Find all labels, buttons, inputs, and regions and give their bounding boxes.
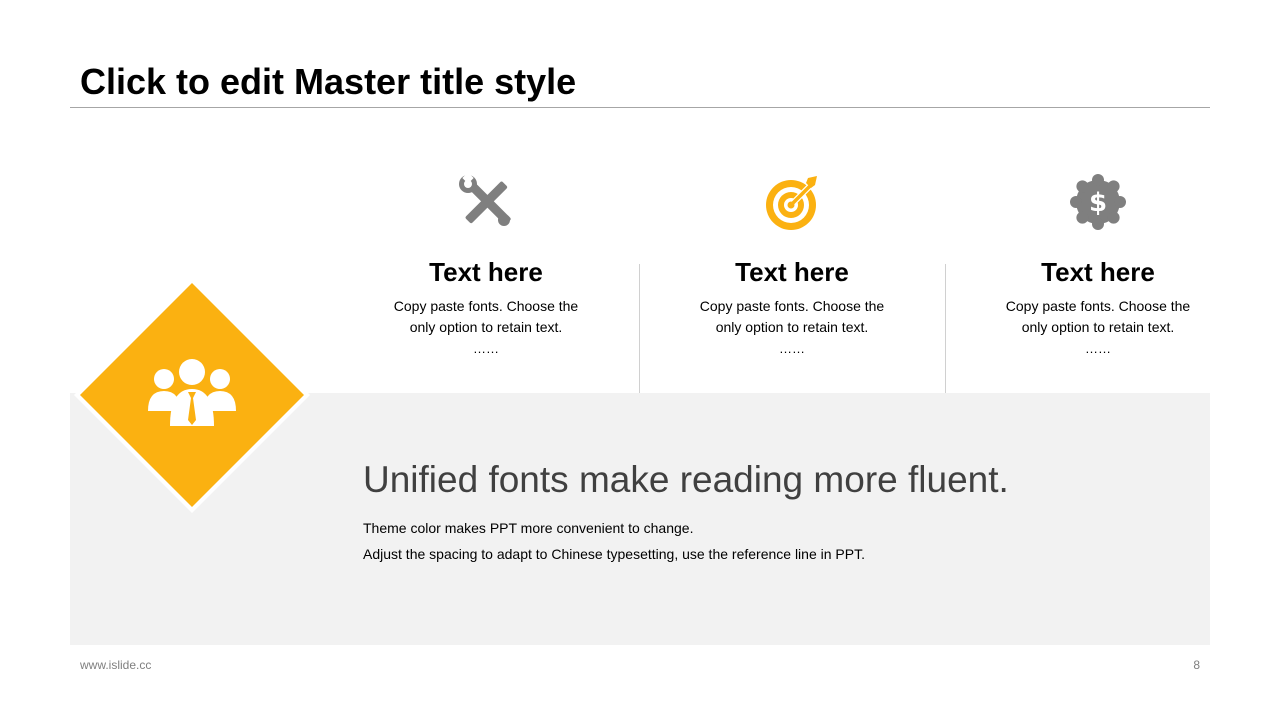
- feature-title: Text here: [735, 257, 849, 287]
- tools-icon: [459, 172, 511, 226]
- highlight-diamond: [72, 275, 312, 515]
- svg-text:$: $: [1089, 188, 1107, 218]
- highlight-line: Adjust the spacing to adapt to Chinese t…: [363, 546, 865, 562]
- feature-ellipsis: ……: [1085, 341, 1111, 356]
- dollar-badge-icon: $: [1070, 174, 1126, 230]
- highlight-content: Unified fonts make reading more fluent. …: [363, 458, 1203, 567]
- feature-ellipsis: ……: [779, 341, 805, 356]
- highlight-headline: Unified fonts make reading more fluent.: [363, 459, 1009, 500]
- footer-url: www.islide.cc: [80, 658, 152, 672]
- page-number: 8: [1193, 658, 1200, 672]
- feature-description: Copy paste fonts. Choose the only option…: [393, 298, 579, 335]
- target-icon: [766, 176, 817, 230]
- feature-card: Text here Copy paste fonts. Choose the o…: [662, 172, 922, 358]
- highlight-line: Theme color makes PPT more convenient to…: [363, 520, 694, 536]
- feature-description: Copy paste fonts. Choose the only option…: [699, 298, 885, 335]
- feature-title: Text here: [429, 257, 543, 287]
- feature-card: $ Text here Copy paste fonts. Choose the…: [968, 172, 1228, 358]
- feature-description: Copy paste fonts. Choose the only option…: [1005, 298, 1191, 335]
- title-underline: [70, 107, 1210, 108]
- feature-card: Text here Copy paste fonts. Choose the o…: [356, 172, 616, 358]
- slide-title: Click to edit Master title style: [80, 61, 577, 102]
- feature-title: Text here: [1041, 257, 1155, 287]
- feature-ellipsis: ……: [473, 341, 499, 356]
- column-divider: [639, 264, 640, 393]
- column-divider: [945, 264, 946, 393]
